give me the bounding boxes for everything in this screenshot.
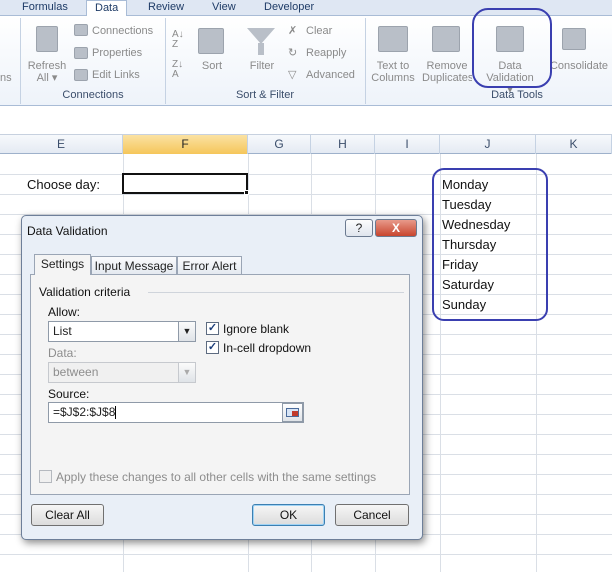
text-to-columns-line1: Text to xyxy=(376,60,410,72)
range-picker-button[interactable] xyxy=(282,403,303,422)
apply-all-label: Apply these changes to all other cells w… xyxy=(56,470,377,484)
clear-all-button[interactable]: Clear All xyxy=(31,504,104,526)
refresh-all-icon xyxy=(36,26,58,52)
chevron-down-icon[interactable]: ▼ xyxy=(178,322,195,341)
data-tools-group-label: Data Tools xyxy=(491,89,543,101)
refresh-all-button[interactable]: Refresh All ▾ xyxy=(24,60,70,84)
edit-links-icon xyxy=(74,69,88,81)
fill-handle[interactable] xyxy=(244,190,249,195)
properties-button[interactable]: Properties xyxy=(92,47,142,60)
help-button[interactable]: ? xyxy=(345,219,373,237)
advanced-button[interactable]: Advanced xyxy=(306,69,355,82)
tab-view[interactable]: View xyxy=(204,0,244,16)
tab-error-alert[interactable]: Error Alert xyxy=(177,256,242,275)
group-separator xyxy=(20,18,21,104)
properties-icon xyxy=(74,47,88,59)
gridline xyxy=(0,554,612,555)
close-button[interactable]: X xyxy=(375,219,417,237)
column-header-j[interactable]: J xyxy=(440,135,536,154)
refresh-all-label-line2: All ▾ xyxy=(36,72,58,84)
sort-button[interactable]: Sort xyxy=(196,60,228,72)
sort-z-to-a-icon[interactable]: Z↓ A xyxy=(172,60,183,80)
connections-icon xyxy=(74,24,88,36)
tab-data[interactable]: Data xyxy=(86,0,128,17)
reapply-icon: ↻ xyxy=(288,47,298,59)
sort-icon xyxy=(198,28,224,54)
annotation-highlight-data-validation xyxy=(472,8,552,88)
filter-funnel-icon xyxy=(247,28,275,44)
group-divider xyxy=(148,292,404,293)
filter-funnel-stem-icon xyxy=(258,43,264,55)
data-select: between ▼ xyxy=(48,362,196,383)
text-to-columns-line2: Columns xyxy=(371,72,415,84)
ignore-blank-checkbox[interactable]: ✓ xyxy=(206,322,219,335)
column-header-f[interactable]: F xyxy=(123,135,248,154)
sort-filter-group-label: Sort & Filter xyxy=(235,89,295,101)
choose-day-label: Choose day: xyxy=(27,177,100,192)
tab-review[interactable]: Review xyxy=(140,0,192,16)
data-validation-dialog: Data Validation ? X Settings Input Messa… xyxy=(21,215,423,540)
column-header-g[interactable]: G xyxy=(248,135,311,154)
cut-off-group-label: ns xyxy=(0,72,12,84)
connections-group-label: Connections xyxy=(62,89,124,101)
text-cursor xyxy=(115,406,117,420)
column-header-row: E F G H I J K xyxy=(0,135,612,154)
range-arrow-icon xyxy=(292,411,298,416)
allow-select-value: List xyxy=(53,324,72,338)
tab-formulas[interactable]: Formulas xyxy=(14,0,76,16)
allow-select[interactable]: List ▼ xyxy=(48,321,196,342)
formula-bar-area xyxy=(0,107,612,135)
consolidate-icon xyxy=(562,28,586,50)
remove-duplicates-line2: Duplicates xyxy=(422,72,472,84)
chevron-down-icon: ▼ xyxy=(178,363,195,382)
column-header-k[interactable]: K xyxy=(536,135,612,154)
source-input[interactable]: =$J$2:$J$8 xyxy=(48,402,304,423)
clear-filter-icon: ✗ xyxy=(288,25,298,37)
data-label: Data: xyxy=(48,346,77,360)
validation-criteria-heading: Validation criteria xyxy=(39,285,131,299)
edit-links-button[interactable]: Edit Links xyxy=(92,69,140,82)
active-cell-f2[interactable] xyxy=(122,173,248,194)
in-cell-dropdown-checkbox[interactable]: ✓ xyxy=(206,341,219,354)
text-to-columns-icon xyxy=(378,26,408,52)
source-label: Source: xyxy=(48,387,90,401)
cancel-button[interactable]: Cancel xyxy=(335,504,409,526)
in-cell-dropdown-label: In-cell dropdown xyxy=(223,341,312,355)
data-select-value: between xyxy=(53,365,99,379)
refresh-all-label-line1: Refresh xyxy=(27,60,67,72)
apply-all-checkbox[interactable] xyxy=(39,470,52,483)
remove-duplicates-icon xyxy=(432,26,460,52)
allow-label: Allow: xyxy=(48,305,81,319)
sort-a-to-z-icon[interactable]: A↓ Z xyxy=(172,30,184,50)
column-header-i[interactable]: I xyxy=(375,135,440,154)
settings-panel xyxy=(30,274,410,495)
advanced-filter-icon: ▽ xyxy=(288,69,297,81)
reapply-button[interactable]: Reapply xyxy=(306,47,346,60)
ribbon: ns Refresh All ▾ Connections Properties … xyxy=(0,8,612,106)
text-to-columns-button[interactable]: Text to Columns xyxy=(368,60,418,84)
source-input-value: =$J$2:$J$8 xyxy=(53,405,116,419)
tab-input-message[interactable]: Input Message xyxy=(91,256,177,275)
group-separator xyxy=(365,18,366,104)
filter-button[interactable]: Filter xyxy=(244,60,280,72)
dialog-title: Data Validation xyxy=(27,224,108,238)
connections-button[interactable]: Connections xyxy=(92,25,153,38)
remove-duplicates-button[interactable]: Remove Duplicates xyxy=(422,60,472,84)
ok-button[interactable]: OK xyxy=(252,504,325,526)
remove-duplicates-line1: Remove xyxy=(426,60,468,72)
tab-developer[interactable]: Developer xyxy=(256,0,322,16)
clear-button[interactable]: Clear xyxy=(306,25,332,38)
tab-settings[interactable]: Settings xyxy=(34,254,91,275)
ignore-blank-label: Ignore blank xyxy=(223,322,290,336)
annotation-highlight-day-list xyxy=(432,168,548,321)
column-header-e[interactable]: E xyxy=(0,135,123,154)
column-header-h[interactable]: H xyxy=(311,135,375,154)
consolidate-button[interactable]: Consolidate xyxy=(546,60,612,72)
